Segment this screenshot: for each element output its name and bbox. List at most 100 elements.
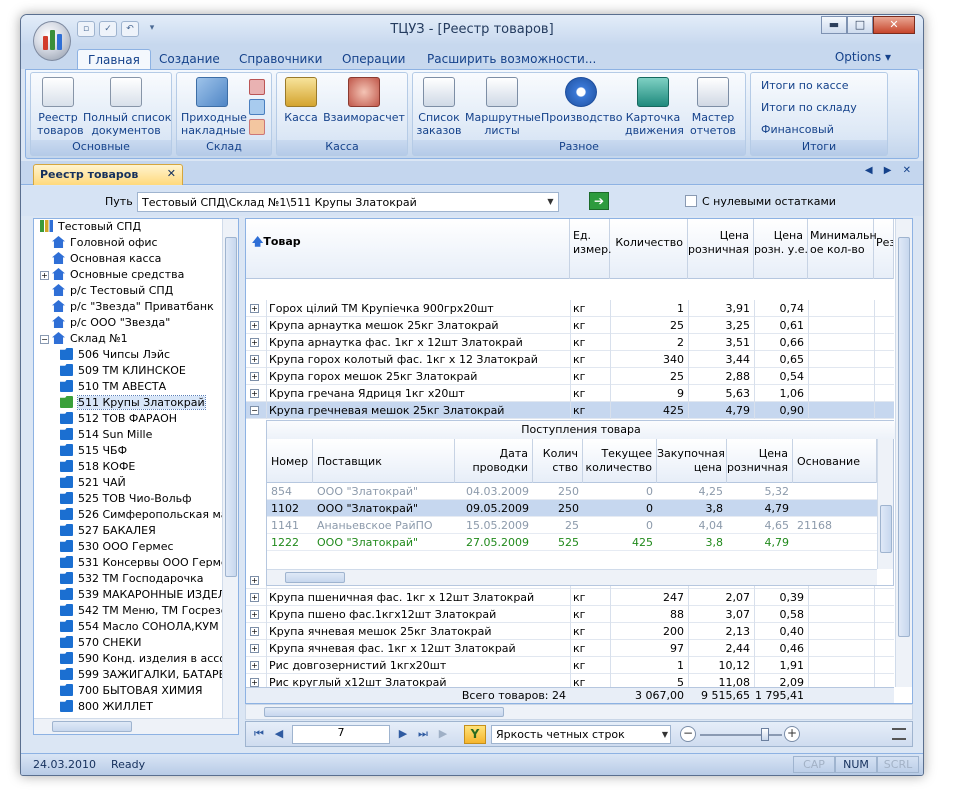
zoom-out-icon[interactable]: − <box>680 726 696 742</box>
settlements-button[interactable]: Взаиморасчет <box>323 77 405 124</box>
maximize-button[interactable]: □ <box>847 16 873 34</box>
expand-icon[interactable]: + <box>250 627 259 636</box>
col-header-tovar[interactable]: 🡅Товар <box>246 219 570 279</box>
col-header-min-qty[interactable]: Минимальн ое кол-во <box>808 219 877 279</box>
tree-node[interactable]: 542 ТМ Меню, ТМ Госрезер <box>60 603 234 619</box>
zoom-track[interactable] <box>700 734 782 736</box>
collapse-icon[interactable]: − <box>40 335 49 344</box>
page-number-input[interactable]: 7 <box>292 725 390 744</box>
go-button[interactable]: ➔ <box>589 192 609 210</box>
writeoff-icon[interactable] <box>249 119 265 135</box>
table-row[interactable]: + Рис довгозернистий 1кгх20шт кг 1 10,12 1,91 <box>246 657 894 674</box>
detail-col-cur-qty[interactable]: Текущее количество <box>583 439 657 483</box>
filter-icon[interactable]: Y <box>464 725 486 744</box>
grid-horizontal-thumb[interactable] <box>264 707 504 717</box>
expand-icon[interactable]: + <box>250 678 259 687</box>
tree-node[interactable]: 527 БАКАЛЕЯ <box>60 523 156 539</box>
expand-icon[interactable]: + <box>250 610 259 619</box>
tree-horizontal-scrollbar[interactable] <box>34 718 238 734</box>
options-menu[interactable]: Options ▾ <box>835 50 891 64</box>
chevron-down-icon[interactable]: ▼ <box>662 726 668 743</box>
tree-node[interactable]: 510 ТМ АВЕСТА <box>60 379 166 395</box>
close-button[interactable]: ✕ <box>873 16 915 34</box>
tree-node[interactable]: 514 Sun Mille <box>60 427 152 443</box>
table-row[interactable]: + Крупа горох мешок 25кг Златокрай кг 25 2,8… <box>246 368 894 385</box>
tree-node[interactable]: 521 ЧАЙ <box>60 475 126 491</box>
production-button[interactable]: Производство <box>541 77 622 124</box>
doc-tab-registry[interactable]: Реестр товаров ✕ <box>33 164 183 185</box>
detail-col-qty[interactable]: Колич ство <box>533 439 583 483</box>
tree-node[interactable]: 506 Чипсы Лэйс <box>60 347 170 363</box>
grid-menu-icon[interactable] <box>892 728 906 740</box>
table-row[interactable]: + Крупа горох колотый фас. 1кг х 12 Злато… <box>246 351 894 368</box>
col-header-price[interactable]: Цена розничная <box>688 219 754 279</box>
expand-icon[interactable]: + <box>250 389 259 398</box>
table-row[interactable]: + Крупа ячневая фас. 1кг х 12шт Златокрай… <box>246 640 894 657</box>
zoom-thumb[interactable] <box>761 728 769 741</box>
table-row[interactable]: − Крупа гречневая мешок 25кг Златокрай кг 4… <box>246 402 894 419</box>
app-logo-icon[interactable] <box>33 21 71 61</box>
minimize-button[interactable]: ▬ <box>821 16 847 34</box>
route-sheets-button[interactable]: Маршрутные листы <box>465 77 541 137</box>
grid-horizontal-scrollbar[interactable] <box>245 704 913 720</box>
tree-node[interactable]: 570 СНЕКИ <box>60 635 141 651</box>
tree-node[interactable]: 531 Консервы ООО Гермес <box>60 555 234 571</box>
expand-icon[interactable]: + <box>250 372 259 381</box>
expand-icon[interactable]: + <box>250 576 259 585</box>
tree-node[interactable]: 525 ТОВ Чио-Вольф <box>60 491 192 507</box>
movement-card-button[interactable]: Карточка движения <box>625 77 684 137</box>
expand-icon[interactable]: + <box>250 304 259 313</box>
tree-node[interactable]: Основная касса <box>52 251 161 267</box>
table-row[interactable]: + Крупа ячневая мешок 25кг Златокрай кг 200… <box>246 623 894 640</box>
table-row[interactable]: + Горох цілий ТМ Крупіечка 900грх20шт кг 1 3… <box>246 300 894 317</box>
first-page-icon[interactable]: ⏮ <box>252 727 266 741</box>
zoom-in-icon[interactable]: + <box>784 726 800 742</box>
tree-node[interactable]: 511 Крупы Златокрай <box>60 395 206 411</box>
detail-row[interactable]: 854 ООО "Златокрай" 04.03.2009 250 0 4,25 5,32 <box>267 483 877 500</box>
link-itogi-kassa[interactable]: Итоги по кассе <box>761 79 848 92</box>
grid-vertical-scrollbar[interactable] <box>895 219 912 687</box>
tab-glavnaya[interactable]: Главная <box>77 49 151 69</box>
tree-node[interactable]: 515 ЧБФ <box>60 443 127 459</box>
expand-icon[interactable]: + <box>250 355 259 364</box>
tree-node[interactable]: р/с Тестовый СПД <box>52 283 173 299</box>
detail-vertical-thumb[interactable] <box>880 505 892 553</box>
doc-tab-close-icon[interactable]: ✕ <box>167 167 176 180</box>
full-docs-button[interactable]: Полный список документов <box>83 77 171 137</box>
tree-vertical-thumb[interactable] <box>225 237 237 577</box>
tab-sozdanie[interactable]: Создание <box>149 49 230 69</box>
tree-node[interactable]: 599 ЗАЖИГАЛКИ, БАТАРЕ <box>60 667 226 683</box>
report-wizard-button[interactable]: Мастер отчетов <box>685 77 741 137</box>
expand-icon[interactable]: + <box>250 321 259 330</box>
col-header-price-ue[interactable]: Цена розн. у.е. <box>754 219 808 279</box>
col-header-reserve[interactable]: Рез <box>874 219 894 279</box>
tree-node[interactable]: 539 МАКАРОННЫЕ ИЗДЕЛ <box>60 587 226 603</box>
chevron-down-icon[interactable]: ▼ <box>543 193 558 211</box>
orders-list-button[interactable]: Список заказов <box>415 77 463 137</box>
expand-icon[interactable]: + <box>40 271 49 280</box>
detail-col-basis[interactable]: Основание <box>793 439 877 483</box>
detail-row[interactable]: 1102 ООО "Златокрай" 09.05.2009 250 0 3,8 4,79 <box>267 500 877 517</box>
grid-vertical-thumb[interactable] <box>898 237 910 637</box>
tree-node[interactable]: Головной офис <box>52 235 158 251</box>
next-page-icon[interactable]: ▶ <box>396 727 410 741</box>
detail-col-num[interactable]: Номер <box>267 439 313 483</box>
expand-icon[interactable]: + <box>250 338 259 347</box>
tree-node[interactable]: 590 Конд. изделия в ассорт <box>60 651 238 667</box>
table-row[interactable]: + Крупа арнаутка мешок 25кг Златокрай кг 25… <box>246 317 894 334</box>
detail-horizontal-scrollbar[interactable] <box>267 569 877 585</box>
tree-node[interactable]: р/с ООО "Звезда" <box>52 315 170 331</box>
expand-icon[interactable]: + <box>250 593 259 602</box>
tree-node[interactable]: Основные средства <box>52 267 184 283</box>
tree-node[interactable]: 530 ООО Гермес <box>60 539 174 555</box>
col-header-unit[interactable]: Ед. измер. <box>570 219 612 279</box>
tab-spravochniki[interactable]: Справочники <box>229 49 332 69</box>
tree-node[interactable]: 518 КОФЕ <box>60 459 135 475</box>
table-row[interactable]: + Крупа пшеничная фас. 1кг х 12шт Златокр… <box>246 589 894 606</box>
collapse-icon[interactable]: − <box>250 406 259 415</box>
kassa-button[interactable]: Касса <box>281 77 321 124</box>
prev-page-icon[interactable]: ◀ <box>272 727 286 741</box>
tree-node[interactable]: 512 ТОВ ФАРАОН <box>60 411 177 427</box>
tree-node[interactable]: Склад №1 <box>52 331 128 347</box>
detail-horizontal-thumb[interactable] <box>285 572 345 583</box>
